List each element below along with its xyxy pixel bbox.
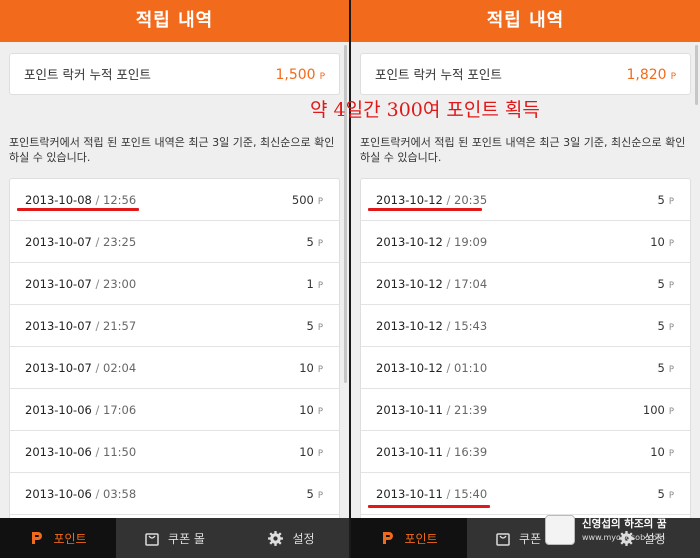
row-points: 5P: [657, 193, 674, 207]
history-row: 2013-10-08 / 12:56 500 P: [10, 179, 339, 221]
history-row: 2013-10-12 / 15:43 5P: [361, 305, 690, 347]
row-datetime: 2013-10-12 / 20:35: [376, 193, 488, 207]
row-points: 5P: [657, 319, 674, 333]
tab-points-label: 포인트: [53, 531, 87, 546]
row-datetime: 2013-10-06 / 11:50: [25, 445, 137, 459]
row-points: 10 P: [299, 445, 323, 459]
row-points: 5P: [657, 361, 674, 375]
highlight-underline: [368, 208, 482, 211]
row-datetime: 2013-10-08 / 12:56: [25, 193, 137, 207]
row-points: 1P: [306, 277, 323, 291]
history-row: 2013-10-07 / 23:00 1P: [10, 263, 339, 305]
history-row: 2013-10-12 / 19:09 10 P: [361, 221, 690, 263]
cumulative-points-value: 1,820 P: [626, 67, 676, 83]
row-datetime: 2013-10-12 / 19:09: [376, 235, 488, 249]
row-datetime: 2013-10-07 / 23:25: [25, 235, 137, 249]
watermark-badge-icon: [545, 515, 575, 545]
history-row: 2013-10-07 / 21:57 5P: [10, 305, 339, 347]
tab-settings-label: 설정: [292, 531, 315, 546]
row-datetime: 2013-10-06 / 03:58: [25, 487, 137, 501]
history-description: 포인트락커에서 적립 된 포인트 내역은 최근 3일 기준, 최신순으로 확인 …: [360, 136, 686, 164]
site-watermark: 신영섭의 하조의 꿈 www.myongsob.com: [545, 510, 695, 555]
screen-right: 적립 내역 포인트 락커 누적 포인트 1,820 P 포인트락커에서 적립 된 …: [351, 0, 700, 558]
highlight-underline: [17, 208, 139, 211]
row-datetime: 2013-10-11 / 21:39: [376, 403, 488, 417]
history-description: 포인트락커에서 적립 된 포인트 내역은 최근 3일 기준, 최신순으로 확인 …: [9, 136, 335, 164]
tab-settings[interactable]: 설정: [233, 518, 349, 558]
screen-left: 적립 내역 포인트 락커 누적 포인트 1,500 P 포인트락커에서 적립 된 …: [0, 0, 349, 558]
point-logo-icon: [380, 530, 396, 546]
points-history-list[interactable]: 2013-10-12 / 20:35 5P 2013-10-12 / 19:09…: [360, 178, 691, 518]
history-row: 2013-10-11 / 15:40 5P: [361, 473, 690, 515]
watermark-title: 신영섭의 하조의 꿈: [582, 518, 667, 530]
history-row: 2013-10-07 / 23:25 5P: [10, 221, 339, 263]
cumulative-points-card: 포인트 락커 누적 포인트 1,820 P: [360, 53, 691, 95]
row-datetime: 2013-10-07 / 21:57: [25, 319, 137, 333]
row-points: 10 P: [650, 445, 674, 459]
scrollbar[interactable]: [695, 45, 698, 105]
history-row: 2013-10-07 / 02:04 10 P: [10, 347, 339, 389]
history-row: 2013-10-06 / 17:06 10 P: [10, 389, 339, 431]
comparison-screens: 적립 내역 포인트 락커 누적 포인트 1,500 P 포인트락커에서 적립 된 …: [0, 0, 700, 558]
history-row: 2013-10-11 / 21:39 100 P: [361, 389, 690, 431]
tab-coupon-mall[interactable]: 쿠폰 몰: [116, 518, 233, 558]
tab-points[interactable]: 포인트: [0, 518, 116, 558]
shopping-bag-icon: [495, 530, 511, 546]
row-datetime: 2013-10-06 / 17:06: [25, 403, 137, 417]
history-row: 2013-10-12 / 20:35 5P: [361, 179, 690, 221]
cumulative-points-label: 포인트 락커 누적 포인트: [24, 67, 151, 82]
row-datetime: 2013-10-12 / 01:10: [376, 361, 488, 375]
comparison-annotation: 약 4일간 300여 포인트 획득: [310, 99, 540, 121]
highlight-underline-bottom: [368, 505, 490, 508]
history-row: 2013-10-12 / 17:04 5P: [361, 263, 690, 305]
row-points: 5P: [657, 277, 674, 291]
cumulative-points-label: 포인트 락커 누적 포인트: [375, 67, 502, 82]
page-title: 적립 내역: [0, 0, 349, 42]
gear-icon: [267, 530, 284, 547]
tab-coupon-mall-label: 쿠폰 몰: [168, 531, 205, 546]
row-points: 5P: [306, 319, 323, 333]
row-points: 10 P: [299, 403, 323, 417]
cumulative-points-value: 1,500 P: [275, 67, 325, 83]
watermark-url: www.myongsob.com: [582, 533, 665, 542]
row-datetime: 2013-10-11 / 15:40: [376, 487, 488, 501]
row-points: 500 P: [291, 193, 323, 207]
page-title: 적립 내역: [351, 0, 700, 42]
cumulative-points-card: 포인트 락커 누적 포인트 1,500 P: [9, 53, 340, 95]
tab-points-label: 포인트: [404, 531, 438, 546]
row-datetime: 2013-10-07 / 02:04: [25, 361, 137, 375]
row-points: 10 P: [650, 235, 674, 249]
row-datetime: 2013-10-12 / 15:43: [376, 319, 488, 333]
tab-points[interactable]: 포인트: [351, 518, 467, 558]
row-datetime: 2013-10-12 / 17:04: [376, 277, 488, 291]
history-row: 2013-10-06 / 11:50 10 P: [10, 431, 339, 473]
row-points: 5P: [306, 487, 323, 501]
history-row: 2013-10-12 / 01:10 5P: [361, 347, 690, 389]
row-points: 100 P: [642, 403, 674, 417]
shopping-bag-icon: [144, 530, 160, 546]
row-points: 5P: [306, 235, 323, 249]
history-row: 2013-10-06 / 03:58 5P: [10, 473, 339, 515]
points-history-list[interactable]: 2013-10-08 / 12:56 500 P 2013-10-07 / 23:…: [9, 178, 340, 518]
row-datetime: 2013-10-07 / 23:00: [25, 277, 137, 291]
point-logo-icon: [29, 530, 45, 546]
row-points: 10 P: [299, 361, 323, 375]
row-datetime: 2013-10-11 / 16:39: [376, 445, 488, 459]
bottom-tab-bar: 포인트 쿠폰 몰 설정: [0, 518, 349, 558]
history-row: 2013-10-11 / 16:39 10 P: [361, 431, 690, 473]
